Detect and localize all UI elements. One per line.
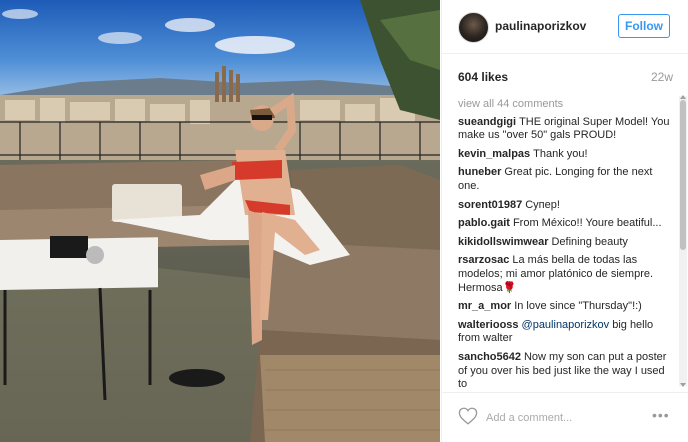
heart-icon[interactable] [458,407,478,425]
comment-item: sorent01987 Супер! [458,199,676,213]
follow-button[interactable]: Follow [618,14,670,38]
comment-username[interactable]: mr_a_mor [458,300,511,312]
comment-text: Defining beauty [551,235,628,248]
comment-item: mr_a_mor In love since "Thursday"!:) [458,300,676,314]
comment-username[interactable]: walteriooss [458,319,519,331]
post-photo[interactable] [0,0,440,442]
comment-username[interactable]: kikidollswimwear [458,236,548,248]
comment-username[interactable]: huneber [458,166,501,178]
post-header: paulinaporizkov Follow [442,0,688,54]
rooftop-photo-illustration [0,0,440,442]
comment-item: kikidollswimwear Defining beauty [458,236,676,250]
likes-count[interactable]: 604 likes [458,70,508,84]
username[interactable]: paulinaporizkov [495,19,586,33]
comment-username[interactable]: sorent01987 [458,199,522,211]
post-details-panel: paulinaporizkov Follow 604 likes 22w vie… [441,0,688,442]
scroll-down-arrow-icon[interactable] [680,383,686,387]
comment-text: From México!! Youre beatiful... [512,217,662,230]
more-options-icon[interactable]: ••• [652,407,670,423]
comments-scrollbar[interactable] [679,95,687,387]
comment-text: Thank you! [533,147,588,160]
likes-row: 604 likes 22w [458,70,673,86]
comment-username[interactable]: pablo.gait [458,217,510,229]
post-footer: ••• [442,392,688,442]
view-all-comments-link[interactable]: view all 44 comments [458,98,676,112]
comment-mention[interactable]: @paulinaporizkov [522,319,610,331]
comment-item: sueandgigi THE original Super Model! You … [458,116,676,143]
comment-item: kevin_malpas Thank you! [458,148,676,162]
comment-item: pablo.gait From México!! Youre beatiful..… [458,217,676,231]
post-age[interactable]: 22w [651,70,673,84]
comment-text: Супер! [525,198,560,211]
comment-item: rsarzosac La más bella de todas las model… [458,254,676,295]
comment-item: huneber Great pic. Longing for the next o… [458,166,676,193]
comment-username[interactable]: kevin_malpas [458,148,530,160]
comment-username[interactable]: sueandgigi [458,116,516,128]
comment-item: walteriooss @paulinaporizkov big hello fr… [458,319,676,346]
comment-username[interactable]: rsarzosac [458,254,509,266]
comment-item: sancho5642 Now my son can put a poster of… [458,351,676,388]
add-comment-input[interactable] [484,409,638,427]
avatar[interactable] [458,12,489,43]
comments-list: view all 44 comments sueandgigi THE origi… [458,98,676,388]
scroll-thumb[interactable] [680,100,686,250]
scroll-up-arrow-icon[interactable] [680,95,686,99]
comment-text: In love since "Thursday"!:) [514,300,642,313]
comment-username[interactable]: sancho5642 [458,351,521,363]
